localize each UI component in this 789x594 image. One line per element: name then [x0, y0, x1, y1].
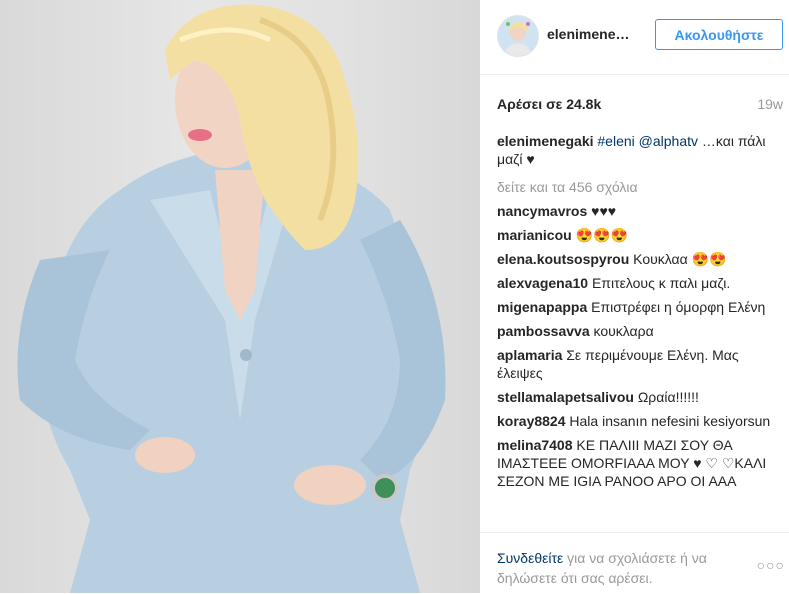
likes-count[interactable]: Αρέσει σε 24.8k: [497, 96, 601, 112]
view-all-comments[interactable]: δείτε και τα 456 σχόλια: [497, 178, 771, 196]
comment: aplamaria Σε περιμένουμε Ελένη. Μας έλει…: [497, 346, 771, 382]
comment-user[interactable]: pambossavva: [497, 323, 590, 339]
post-panel: elenimene… Ακολουθήστε Αρέσει σε 24.8k 1…: [480, 0, 789, 594]
comment-text: ♥♥♥: [587, 203, 617, 219]
caption-tag[interactable]: #eleni: [597, 133, 634, 149]
comment: migenapappa Επιστρέφει η όμορφη Ελένη: [497, 298, 771, 316]
comment-text: Επιτελους κ παλι μαζι.: [588, 275, 731, 291]
comment: pambossavva κουκλαρα: [497, 322, 771, 340]
post-time[interactable]: 19w: [757, 96, 783, 112]
post-header: elenimene… Ακολουθήστε: [480, 0, 789, 75]
comment-text: Κουκλαα 😍😍: [629, 251, 727, 267]
login-link[interactable]: Συνδεθείτε: [497, 550, 563, 566]
caption-tag[interactable]: @alphatv: [639, 133, 698, 149]
username[interactable]: elenimene…: [547, 26, 629, 42]
comment-user[interactable]: elena.koutsospyrou: [497, 251, 629, 267]
comment-user[interactable]: stellamalapetsalivou: [497, 389, 634, 405]
login-prompt: Συνδεθείτε για να σχολιάσετε ή να δηλώσε…: [497, 548, 737, 588]
comment-text: Ωραία!!!!!!: [633, 389, 699, 405]
comment: nancymavros ♥♥♥: [497, 202, 771, 220]
follow-button[interactable]: Ακολουθήστε: [655, 19, 783, 50]
post-photo: [0, 0, 480, 593]
comment: alexvagena10 Επιτελους κ παλι μαζι.: [497, 274, 771, 292]
comment-user[interactable]: migenapappa: [497, 299, 587, 315]
comment-text: Hala insanın nefesini kesiyorsun: [565, 413, 771, 429]
comment: elena.koutsospyrou Κουκλαα 😍😍: [497, 250, 771, 268]
comment: stellamalapetsalivou Ωραία!!!!!!: [497, 388, 771, 406]
post-footer: Συνδεθείτε για να σχολιάσετε ή να δηλώσε…: [480, 532, 789, 594]
comment: marianicou 😍😍😍: [497, 226, 771, 244]
avatar-image: [498, 16, 538, 56]
avatar[interactable]: [497, 15, 539, 57]
comment-user[interactable]: marianicou: [497, 227, 572, 243]
caption: elenimenegaki #eleni @alphatv …και πάλι …: [497, 132, 771, 168]
comment-user[interactable]: melina7408: [497, 437, 573, 453]
comment-user[interactable]: alexvagena10: [497, 275, 588, 291]
comment-text: 😍😍😍: [571, 227, 628, 243]
caption-user[interactable]: elenimenegaki: [497, 133, 594, 149]
comment-text: Επιστρέφει η όμορφη Ελένη: [587, 299, 766, 315]
comment: koray8824 Hala insanın nefesini kesiyors…: [497, 412, 771, 430]
comment-user[interactable]: koray8824: [497, 413, 566, 429]
comment-text: κουκλαρα: [589, 323, 654, 339]
comments-list: elenimenegaki #eleni @alphatv …και πάλι …: [497, 132, 771, 496]
more-options-icon[interactable]: ○○○: [757, 557, 785, 573]
comment: melina7408 ΚΕ ΠΑΛΙΙΙ ΜΑΖΙ ΣΟΥ ΘΑ ΙΜΑΣΤΕΕ…: [497, 436, 771, 490]
comment-user[interactable]: nancymavros: [497, 203, 587, 219]
photo-illustration: [17, 4, 446, 593]
comment-user[interactable]: aplamaria: [497, 347, 562, 363]
